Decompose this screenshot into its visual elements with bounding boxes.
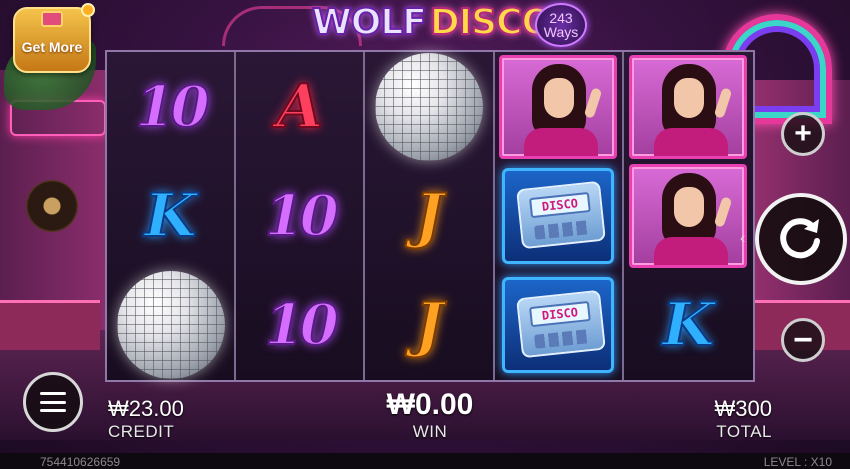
disco-ball-symbol	[375, 52, 483, 161]
ways-count: 243	[549, 10, 573, 26]
reel-cell: 10	[236, 271, 363, 380]
total-label: TOTAL	[716, 422, 772, 441]
symbol-10: 10	[264, 291, 340, 359]
total-value: ₩300	[714, 396, 772, 421]
plus-icon: +	[794, 117, 812, 150]
credit-label: CREDIT	[108, 422, 175, 441]
reel-cell: DISCO	[495, 161, 622, 270]
reel-cell	[624, 161, 753, 270]
footer-bar: 754410626659 LEVEL : X10	[0, 453, 850, 469]
symbol-j: J	[414, 180, 444, 252]
bet-decrease-button[interactable]: −	[781, 318, 825, 362]
total-bet-display[interactable]: ₩300 TOTAL	[672, 396, 772, 442]
hamburger-icon	[40, 392, 66, 412]
notification-dot	[81, 3, 95, 17]
pager-symbol: DISCO	[502, 277, 615, 374]
win-value: ₩0.00	[386, 388, 474, 421]
logo-word-disco: DISCO	[429, 2, 553, 44]
symbol-j: J	[414, 289, 444, 361]
reel-cell: 10	[236, 161, 363, 270]
session-id: 754410626659	[40, 455, 121, 469]
logo-word-wolf: WOLF	[311, 2, 428, 44]
pager-screen-text: DISCO	[529, 301, 592, 328]
symbol-10: 10	[135, 73, 211, 141]
minus-icon: −	[793, 321, 813, 359]
symbol-10: 10	[264, 182, 340, 250]
reel-5: K	[623, 52, 753, 380]
reel-cell: 10	[107, 52, 234, 161]
lady-portrait-symbol	[629, 54, 748, 159]
pager-screen-text: DISCO	[529, 191, 592, 219]
reel-grid: 10 K A 10 10 J J DISCO DISCO K	[105, 50, 755, 382]
reel-2: A 10 10	[236, 52, 366, 380]
disco-ball-symbol	[116, 271, 225, 380]
reel-cell: J	[365, 271, 492, 380]
reel-cell: K	[107, 161, 234, 270]
menu-button[interactable]	[23, 372, 83, 432]
reel-cell: K	[624, 271, 753, 380]
bet-increase-button[interactable]: +	[781, 112, 825, 156]
reel-cell: DISCO	[495, 271, 622, 380]
symbol-a: A	[276, 71, 325, 143]
reel-cell: A	[236, 52, 363, 161]
win-label: WIN	[412, 422, 448, 441]
reel-cell: J	[365, 161, 492, 270]
lady-portrait-symbol	[629, 163, 748, 268]
reel-cell	[107, 271, 234, 380]
reel-cell	[365, 52, 492, 161]
spin-button[interactable]	[755, 193, 847, 285]
gift-icon	[41, 11, 63, 27]
record-icon	[26, 180, 78, 232]
game-logo: WOLF DISCO	[311, 0, 553, 46]
symbol-k: K	[144, 180, 198, 252]
ways-label: Ways	[543, 24, 579, 40]
symbol-k: K	[661, 289, 715, 361]
table-left	[0, 300, 100, 350]
reel-cell	[624, 52, 753, 161]
lady-portrait-symbol	[499, 54, 618, 159]
reel-3: JJ	[365, 52, 495, 380]
credit-display: ₩23.00 CREDIT	[108, 396, 208, 442]
credit-value: ₩23.00	[108, 396, 184, 421]
ways-badge: 243 Ways	[535, 3, 587, 47]
spin-icon	[780, 218, 820, 259]
reel-4: DISCO DISCO	[494, 52, 624, 380]
win-display: ₩0.00 WIN	[365, 388, 495, 442]
get-more-button[interactable]: Get More	[13, 3, 95, 73]
pager-symbol: DISCO	[502, 167, 615, 264]
reel-1: 10 K	[107, 52, 237, 380]
chevron-left-icon: ‹	[740, 230, 746, 247]
reel-cell	[495, 52, 622, 161]
level-indicator: LEVEL : X10	[763, 455, 832, 469]
get-more-label: Get More	[21, 39, 83, 55]
